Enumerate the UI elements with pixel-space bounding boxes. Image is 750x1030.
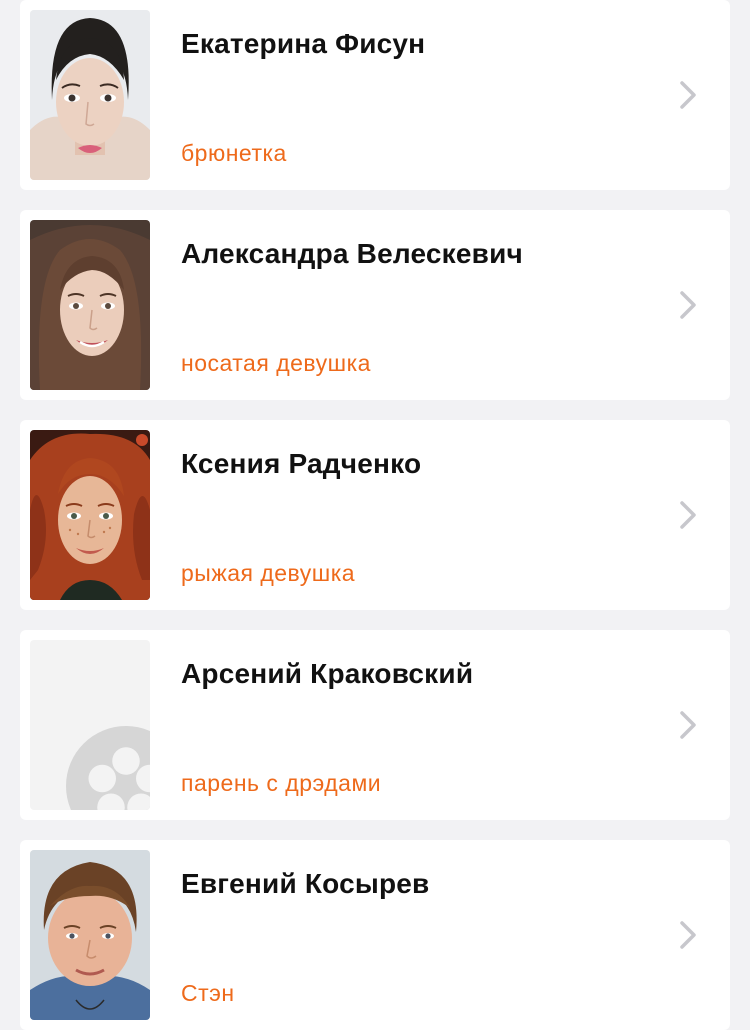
- cast-item[interactable]: Ксения Радченко рыжая девушка: [20, 420, 730, 610]
- chevron-right-icon: [678, 710, 700, 740]
- chevron-right-icon: [678, 920, 700, 950]
- character-name: брюнетка: [181, 140, 287, 166]
- chevron-right-icon: [678, 80, 700, 110]
- actor-name: Екатерина Фисун: [181, 28, 426, 59]
- actor-photo: [30, 430, 150, 600]
- actor-photo: [30, 850, 150, 1020]
- character-name: парень с дрэдами: [181, 770, 382, 796]
- cast-item[interactable]: Евгений Косырев Стэн: [20, 840, 730, 1030]
- film-reel-icon: [66, 726, 150, 810]
- cast-item[interactable]: Екатерина Фисун брюнетка: [20, 0, 730, 190]
- actor-name: Александра Велескевич: [181, 238, 523, 269]
- photo-placeholder: [30, 640, 150, 810]
- chevron-right-icon: [678, 290, 700, 320]
- actor-name: Ксения Радченко: [181, 448, 422, 479]
- actor-name: Арсений Краковский: [181, 658, 474, 689]
- chevron-right-icon: [678, 500, 700, 530]
- character-name: рыжая девушка: [181, 560, 356, 586]
- actor-photo: [30, 220, 150, 390]
- cast-item[interactable]: Арсений Краковский парень с дрэдами: [20, 630, 730, 820]
- actor-name: Евгений Косырев: [181, 868, 430, 899]
- actor-photo: [30, 10, 150, 180]
- cast-item[interactable]: Александра Велескевич носатая девушка: [20, 210, 730, 400]
- character-name: Стэн: [181, 980, 235, 1006]
- character-name: носатая девушка: [181, 350, 371, 376]
